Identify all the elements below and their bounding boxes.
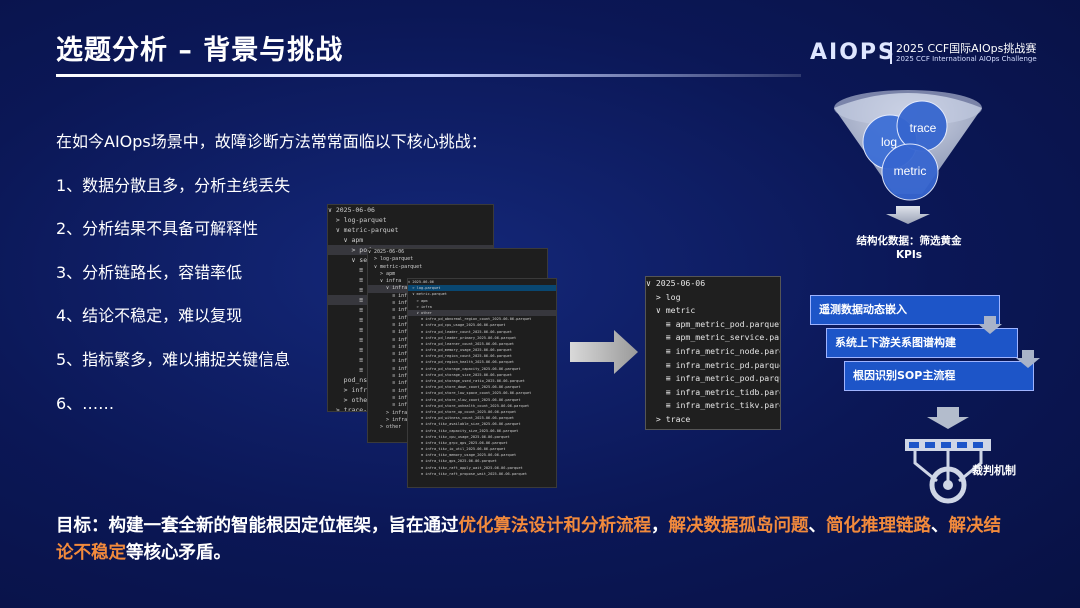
challenge-item: 3、分析链路长，容错率低	[56, 263, 243, 282]
slide: 选题分析 – 背景与挑战 AIOPS 2025 CCF国际AIOps挑战赛 20…	[0, 0, 1080, 608]
struct-label-line2: KPIs	[896, 249, 922, 261]
step-connector-arrow-icon	[1016, 350, 1040, 368]
arrow-down-icon	[886, 206, 930, 224]
title-underline	[56, 74, 801, 77]
file-tree-row: ≡ infra_metric_pd.parquet	[646, 359, 780, 370]
challenge-item: 2、分析结果不具备可解释性	[56, 219, 259, 238]
file-tree-row: ∨ metric-parquet	[368, 263, 423, 270]
competition-logo: AIOPS 2025 CCF国际AIOps挑战赛 2025 CCF Intern…	[810, 38, 1070, 70]
page-title: 选题分析 – 背景与挑战	[56, 35, 344, 66]
challenge-item: 1、数据分散且多，分析主线丢失	[56, 176, 291, 195]
goal-highlight: 简化推理链路	[826, 516, 931, 536]
judge-label: 裁判机制	[972, 464, 1016, 477]
file-tree-row: > trace	[646, 413, 691, 424]
structured-data-label: 结构化数据：筛选黄金 KPIs	[814, 234, 1004, 262]
file-tree-row: ≡ apm_metric_pod.parquet	[646, 318, 780, 329]
file-tree-row: ∨ metric-parquet	[328, 226, 399, 234]
logo-text: AIOPS	[810, 40, 896, 65]
file-tree-row: ≡ infra_metric_node.parquet	[665, 345, 780, 356]
log-label: log	[881, 135, 897, 149]
file-tree-panel-other: ∨ 2025-06-06 > log-parquet ∨ metric-parq…	[407, 278, 557, 488]
file-tree-row: ∨ metric	[646, 305, 696, 316]
file-tree-row: ∨ apm	[328, 236, 364, 244]
intro-text: 在如今AIOps场景中，故障诊断方法常常面临以下核心挑战：	[56, 132, 487, 151]
metric-label: metric	[894, 164, 927, 178]
file-tree-row: > log-parquet	[328, 216, 387, 224]
struct-label-line1: 结构化数据：筛选黄金	[856, 235, 962, 247]
arrow-down-icon	[927, 407, 969, 429]
goal-separator: ，	[651, 516, 669, 536]
file-tree-row: ≡ infra_metric_tikv.parquet	[665, 400, 780, 411]
goal-separator: 、	[808, 516, 827, 536]
file-tree-row: ∨ 2025-06-06	[328, 206, 375, 214]
challenge-item: 4、结论不稳定，难以复现	[56, 306, 243, 325]
logo-english-name: 2025 CCF International AIOps Challenge	[896, 55, 1037, 63]
judge-crane-icon	[905, 407, 991, 504]
arrow-right-icon	[570, 330, 638, 374]
file-tree-row: ∨ 2025-06-06	[368, 249, 405, 255]
goal-prefix: 目标：构建一套全新的智能根因定位框架，旨在通过	[56, 516, 459, 536]
goal-statement: 目标：构建一套全新的智能根因定位框架，旨在通过优化算法设计和分析流程，解决数据孤…	[56, 513, 1016, 567]
file-tree-row: ≡ infra_tikv_raft_propose_wait_2025-06-0…	[408, 471, 527, 476]
file-tree-row: ∨ 2025-06-06	[646, 278, 706, 288]
logo-chinese-name: 2025 CCF国际AIOps挑战赛	[896, 42, 1037, 55]
goal-separator: 、	[931, 516, 949, 536]
step-connector-arrow-icon	[978, 316, 1002, 334]
step-rca-sop: 根因识别SOP主流程	[844, 361, 1034, 391]
goal-highlight: 优化算法设计和分析流程	[458, 516, 652, 536]
file-tree-row: ≡ infra_metric_tidb.parquet	[665, 386, 780, 397]
file-tree-row: > log	[646, 291, 681, 302]
goal-highlight: 解决数据孤岛问题	[668, 516, 809, 536]
trace-label: trace	[910, 121, 937, 135]
file-tree-panel-merged: ∨ 2025-06-06 > log ∨ metric ≡ apm_metric…	[645, 276, 781, 430]
logo-divider	[890, 42, 892, 64]
file-tree-row: ≡ infra_metric_pod.parquet	[646, 373, 780, 384]
file-tree-row: > log-parquet	[368, 256, 414, 263]
file-tree-row: ≡ apm_metric_service.parquet	[665, 332, 780, 343]
step-telemetry-embedding: 遥测数据动态嵌入	[810, 295, 1000, 325]
data-funnel-diagram: trace log metric	[834, 90, 982, 224]
challenge-item: 6、……	[56, 394, 115, 413]
goal-suffix: 等核心矛盾。	[126, 543, 231, 563]
challenge-item: 5、指标繁多，难以捕捉关键信息	[56, 350, 291, 369]
